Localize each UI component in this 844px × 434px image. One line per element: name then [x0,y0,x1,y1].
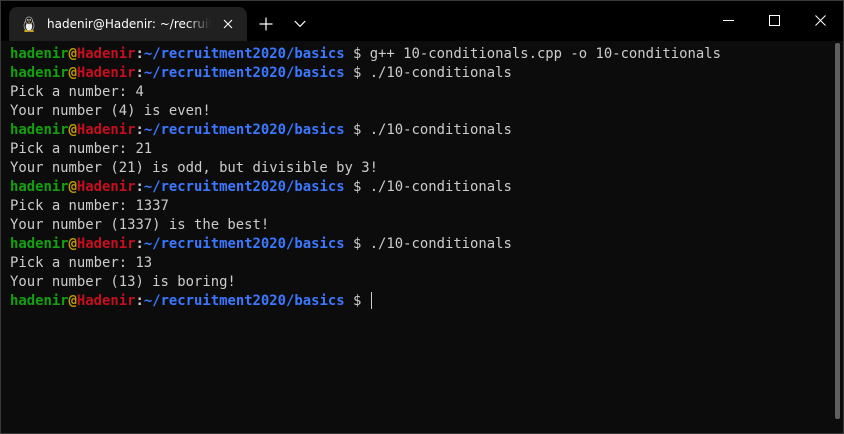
prompt-user: hadenir [10,236,69,252]
prompt-path: ~/recruitment2020/basics [143,293,345,309]
close-tab-icon[interactable] [217,13,239,35]
prompt-at: @ [68,179,77,195]
prompt-path: ~/recruitment2020/basics [143,122,345,138]
prompt-host: Hadenir [76,179,136,195]
prompt-colon: : [135,122,144,138]
prompt-line: hadenir@Hadenir:~/recruitment2020/basics… [10,292,832,311]
prompt-path: ~/recruitment2020/basics [143,65,345,81]
prompt-host: Hadenir [76,236,136,252]
prompt-path: ~/recruitment2020/basics [143,46,345,62]
output-line: Pick a number: 1337 [10,197,832,216]
prompt-line: hadenir@Hadenir:~/recruitment2020/basics… [10,178,832,197]
prompt-dollar: $ [352,293,362,309]
prompt-dollar: $ [352,179,362,195]
terminal-output[interactable]: hadenir@Hadenir:~/recruitment2020/basics… [1,41,832,433]
output-line: Your number (21) is odd, but divisible b… [10,159,832,178]
output-line: Pick a number: 4 [10,83,832,102]
prompt-host: Hadenir [76,122,136,138]
output-line: Pick a number: 21 [10,140,832,159]
output-text: Pick a number: 4 [10,84,144,100]
scrollbar-thumb[interactable] [835,43,840,419]
output-line: Your number (1337) is the best! [10,216,832,235]
minimize-icon [722,19,734,21]
chevron-down-icon [294,20,306,28]
output-text: Pick a number: 21 [10,141,153,157]
terminal-window: hadenir@Hadenir: ~/recruitment2020/basic… [0,0,844,434]
output-text: Pick a number: 1337 [10,198,169,214]
maximize-button[interactable] [751,1,797,39]
output-text: Your number (4) is even! [10,103,211,119]
tab-terminal[interactable]: hadenir@Hadenir: ~/recruitment2020/basic… [9,7,247,41]
close-window-button[interactable] [797,1,843,39]
prompt-at: @ [68,293,77,309]
profile-dropdown-button[interactable] [287,11,313,37]
output-line: Your number (13) is boring! [10,273,832,292]
output-text: Pick a number: 13 [10,255,153,271]
plus-icon [259,17,273,31]
prompt-user: hadenir [10,46,69,62]
command-text: ./10-conditionals [369,122,512,138]
prompt-colon: : [135,293,144,309]
command-text: ./10-conditionals [369,179,512,195]
text-cursor [370,292,372,309]
prompt-path: ~/recruitment2020/basics [143,179,345,195]
command-text: ./10-conditionals [369,65,512,81]
scrollbar[interactable] [832,41,843,433]
prompt-at: @ [68,236,77,252]
prompt-user: hadenir [10,179,69,195]
maximize-icon [768,14,780,26]
prompt-colon: : [135,46,144,62]
prompt-at: @ [68,46,77,62]
prompt-dollar: $ [352,236,362,252]
output-text: Your number (21) is odd, but divisible b… [10,160,378,176]
prompt-dollar: $ [352,46,362,62]
command-text: g++ 10-conditionals.cpp -o 10-conditiona… [369,46,721,62]
prompt-path: ~/recruitment2020/basics [143,236,345,252]
prompt-line: hadenir@Hadenir:~/recruitment2020/basics… [10,64,832,83]
prompt-host: Hadenir [76,293,136,309]
prompt-colon: : [135,179,144,195]
output-text: Your number (13) is boring! [10,274,236,290]
prompt-line: hadenir@Hadenir:~/recruitment2020/basics… [10,121,832,140]
new-tab-button[interactable] [253,11,279,37]
prompt-at: @ [68,65,77,81]
prompt-dollar: $ [352,122,362,138]
prompt-at: @ [68,122,77,138]
titlebar[interactable]: hadenir@Hadenir: ~/recruitment2020/basic… [1,1,843,41]
prompt-colon: : [135,65,144,81]
output-line: Your number (4) is even! [10,102,832,121]
prompt-user: hadenir [10,122,69,138]
command-text: ./10-conditionals [369,236,512,252]
linux-penguin-icon [21,16,37,32]
prompt-line: hadenir@Hadenir:~/recruitment2020/basics… [10,45,832,64]
tab-title: hadenir@Hadenir: ~/recruitment2020/basic… [47,17,211,31]
minimize-button[interactable] [705,1,751,39]
prompt-host: Hadenir [76,46,136,62]
prompt-line: hadenir@Hadenir:~/recruitment2020/basics… [10,235,832,254]
prompt-host: Hadenir [76,65,136,81]
prompt-colon: : [135,236,144,252]
prompt-user: hadenir [10,65,69,81]
output-text: Your number (1337) is the best! [10,217,270,233]
close-icon [814,14,826,26]
output-line: Pick a number: 13 [10,254,832,273]
prompt-dollar: $ [352,65,362,81]
prompt-user: hadenir [10,293,69,309]
